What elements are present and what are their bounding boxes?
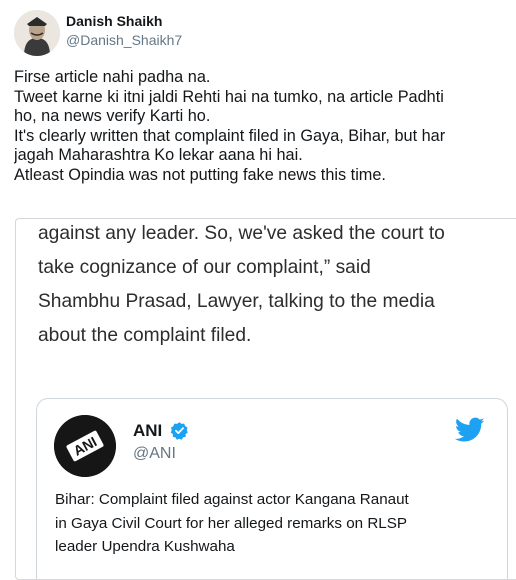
embedded-author-handle[interactable]: @ANI [133, 445, 176, 463]
tweet-text-line: Tweet karne ki itni jaldi Rehti hai na t… [14, 87, 444, 106]
ani-logo-icon: ANI [54, 415, 116, 477]
tweet-text-line: jagah Maharashtra Ko lekar aana hi hai. [14, 146, 303, 164]
article-text-line: against any leader. So, we've asked the … [38, 223, 445, 244]
display-name[interactable]: Danish Shaikh [66, 13, 162, 29]
embedded-author-name[interactable]: ANI [133, 421, 162, 441]
embedded-tweet-text-line: Bihar: Complaint filed against actor Kan… [55, 491, 409, 508]
article-text: against any leader. So, we've asked the … [38, 219, 516, 353]
twitter-bird-icon[interactable] [455, 417, 485, 443]
avatar[interactable] [14, 10, 60, 56]
tweet-text-line: Atleast Opindia was not putting fake new… [14, 165, 386, 184]
tweet-text-line: ho, na news verify Karti ho. [14, 107, 211, 125]
article-text-line: Shambhu Prasad, Lawyer, talking to the m… [38, 291, 435, 312]
embedded-tweet-text: Bihar: Complaint filed against actor Kan… [55, 488, 495, 559]
tweet-text-line: Firse article nahi padha na. [14, 68, 211, 86]
embedded-tweet-text-line: in Gaya Civil Court for her alleged rema… [55, 514, 407, 532]
article-screenshot-card[interactable]: against any leader. So, we've asked the … [15, 218, 516, 580]
ani-logo[interactable]: ANI [54, 415, 116, 477]
avatar-image [14, 10, 60, 56]
embedded-tweet-text-line: leader Upendra Kushwaha [55, 538, 235, 555]
user-handle[interactable]: @Danish_Shaikh7 [66, 32, 182, 48]
tweet-text: Firse article nahi padha na. Tweet karne… [14, 68, 516, 185]
article-text-line: take cognizance of our complaint,” said [38, 257, 371, 278]
article-text-line: about the complaint filed. [38, 325, 252, 346]
tweet-text-line: It's clearly written that complaint file… [14, 126, 446, 145]
verified-badge-icon [170, 422, 188, 440]
embedded-tweet-card[interactable]: ANI ANI @ANI Bihar: Complaint filed agai… [36, 398, 508, 579]
